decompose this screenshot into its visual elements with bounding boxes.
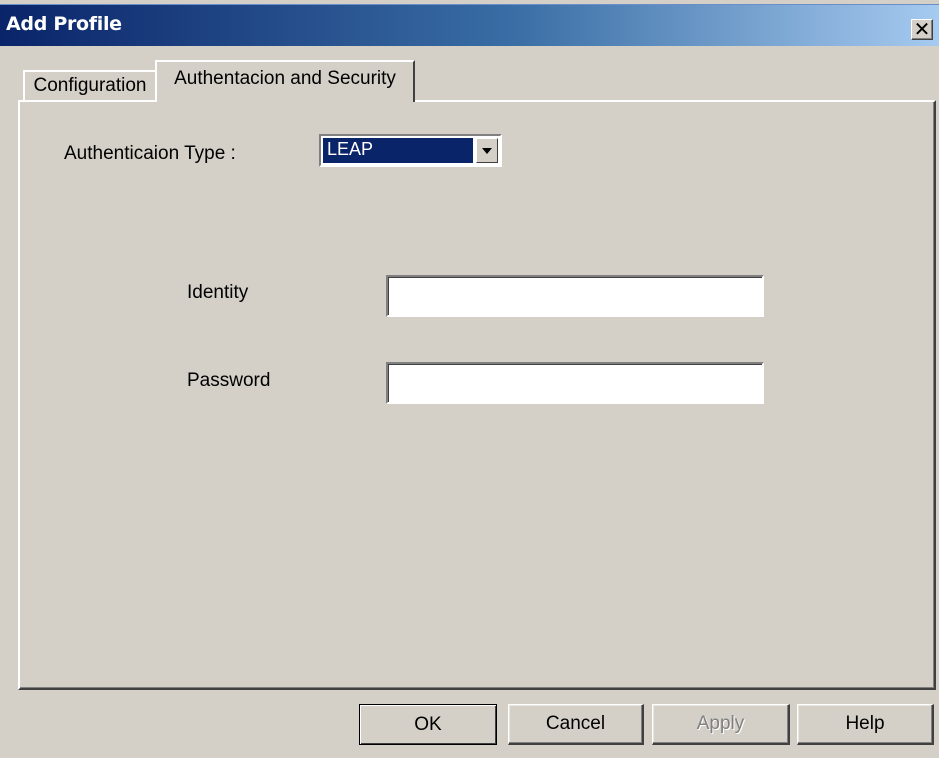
tab-authentication-security[interactable]: Authentacion and Security <box>155 60 415 102</box>
close-button[interactable]: ✕ <box>911 17 933 41</box>
chevron-down-icon <box>482 148 492 154</box>
authentication-type-value: LEAP <box>323 138 473 163</box>
authentication-type-label: Authenticaion Type : <box>64 143 236 164</box>
password-label: Password <box>187 370 271 391</box>
apply-button[interactable]: Apply <box>652 704 790 745</box>
identity-input[interactable] <box>386 275 764 317</box>
ok-button[interactable]: OK <box>359 704 497 745</box>
dropdown-button[interactable] <box>476 138 498 163</box>
add-profile-dialog: Add Profile ✕ Configuration Authentacion… <box>0 0 939 758</box>
window-title: Add Profile <box>6 13 122 35</box>
identity-label: Identity <box>187 282 249 303</box>
close-icon: ✕ <box>913 17 931 41</box>
password-input[interactable] <box>386 362 764 404</box>
authentication-type-dropdown[interactable]: LEAP <box>319 134 502 167</box>
title-bar[interactable]: Add Profile ✕ <box>0 4 939 46</box>
cancel-button[interactable]: Cancel <box>508 704 644 745</box>
tab-configuration[interactable]: Configuration <box>23 70 156 102</box>
help-button[interactable]: Help <box>797 704 934 745</box>
